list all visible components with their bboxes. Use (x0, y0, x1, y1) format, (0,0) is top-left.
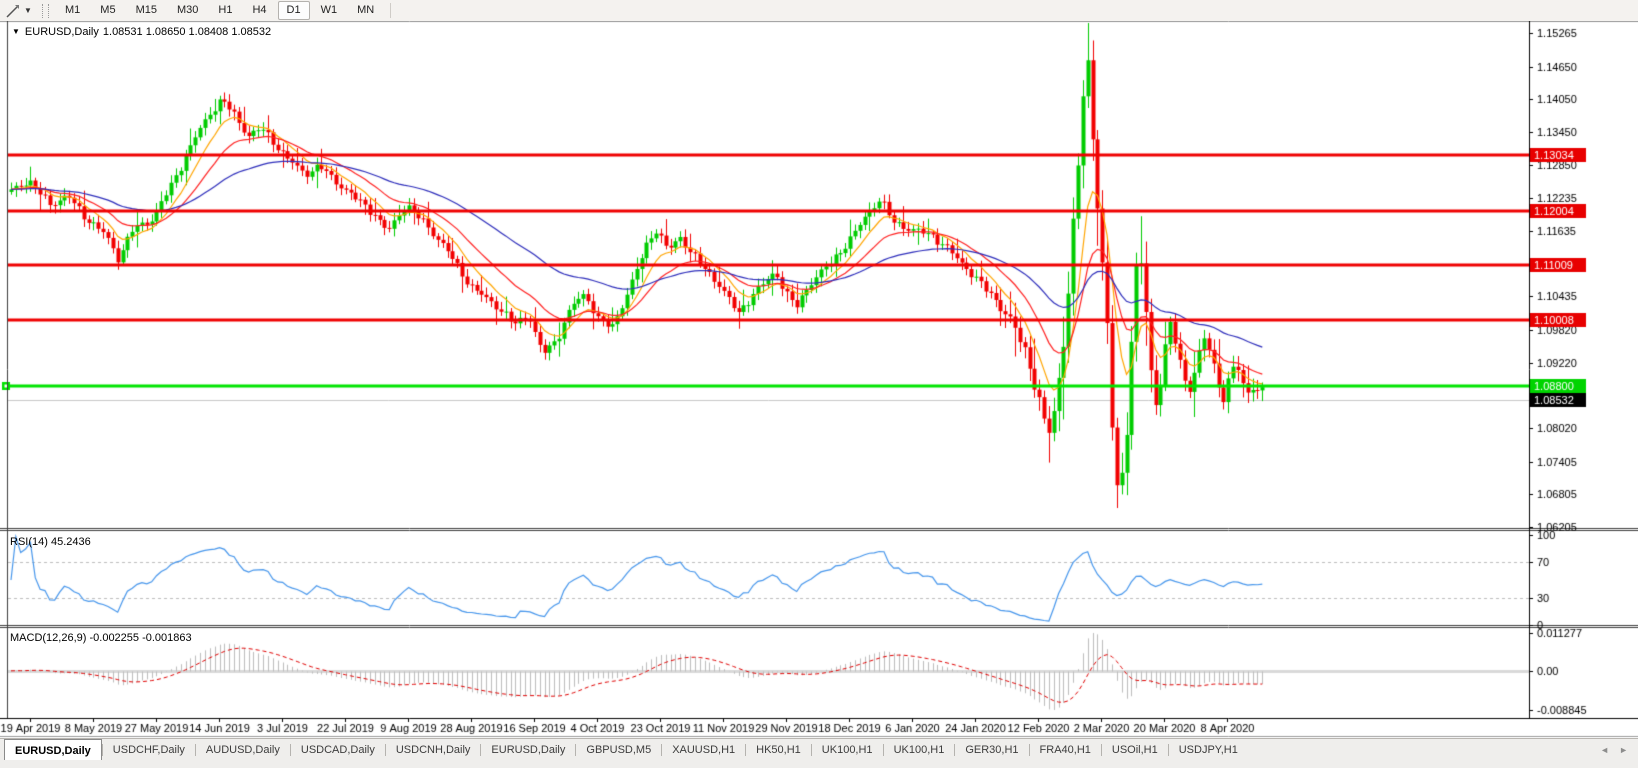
diagonal-line-icon (6, 4, 20, 18)
tab-scroll-left-icon[interactable]: ◄ (1600, 745, 1609, 755)
timeframe-button-m5[interactable]: M5 (91, 1, 124, 20)
chart-window: ▼EURUSD,Daily1.08531 1.08650 1.08408 1.0… (0, 21, 1638, 738)
chart-tab-hk50-h1-8[interactable]: HK50,H1 (746, 739, 811, 761)
chart-tab-audusd-daily-2[interactable]: AUDUSD,Daily (196, 739, 290, 761)
chart-tab-usdcnh-daily-4[interactable]: USDCNH,Daily (386, 739, 481, 761)
timeframe-button-d1[interactable]: D1 (278, 1, 310, 20)
chart-tab-uk100-h1-9[interactable]: UK100,H1 (812, 739, 883, 761)
timeframe-button-h4[interactable]: H4 (243, 1, 275, 20)
chart-tab-uk100-h1-10[interactable]: UK100,H1 (884, 739, 955, 761)
price-chart-canvas[interactable] (0, 21, 1638, 738)
chart-tab-usdcad-daily-3[interactable]: USDCAD,Daily (291, 739, 385, 761)
chart-tab-xauusd-h1-7[interactable]: XAUUSD,H1 (662, 739, 745, 761)
chart-tab-ger30-h1-11[interactable]: GER30,H1 (955, 739, 1028, 761)
chart-tab-gbpusd-m5-6[interactable]: GBPUSD,M5 (576, 739, 661, 761)
chart-tab-usdjpy-h1-14[interactable]: USDJPY,H1 (1169, 739, 1248, 761)
mt4-application: ▼ M1M5M15M30H1H4D1W1MN ▼EURUSD,Daily1.08… (0, 0, 1638, 768)
tab-scroll-right-icon[interactable]: ► (1619, 745, 1628, 755)
line-studies-icon[interactable] (4, 3, 22, 19)
chart-tab-eurusd-daily-0[interactable]: EURUSD,Daily (4, 739, 102, 761)
chart-tab-usoil-h1-13[interactable]: USOil,H1 (1102, 739, 1168, 761)
chart-tab-fra40-h1-12[interactable]: FRA40,H1 (1030, 739, 1101, 761)
chart-tab-usdchf-daily-1[interactable]: USDCHF,Daily (103, 739, 195, 761)
toolbar-separator (390, 3, 391, 18)
bottom-strip (0, 760, 1638, 768)
chart-tab-eurusd-daily-5[interactable]: EURUSD,Daily (481, 739, 575, 761)
chart-tab-bar: EURUSD,DailyUSDCHF,DailyAUDUSD,DailyUSDC… (0, 738, 1638, 761)
timeframe-button-m30[interactable]: M30 (168, 1, 207, 20)
chart-tabs: EURUSD,DailyUSDCHF,DailyAUDUSD,DailyUSDC… (0, 739, 1248, 761)
timeframe-button-h1[interactable]: H1 (209, 1, 241, 20)
timeframe-button-mn[interactable]: MN (348, 1, 383, 20)
timeframe-button-m1[interactable]: M1 (56, 1, 89, 20)
timeframe-button-w1[interactable]: W1 (312, 1, 347, 20)
timeframe-toolbar: ▼ M1M5M15M30H1H4D1W1MN (0, 0, 1638, 22)
toolbar-dropdown-caret-icon[interactable]: ▼ (22, 3, 34, 19)
timeframe-button-m15[interactable]: M15 (127, 1, 166, 20)
tab-scrollers: ◄ ► (1600, 739, 1638, 761)
toolbar-grip[interactable] (42, 4, 49, 18)
timeframe-buttons: M1M5M15M30H1H4D1W1MN (55, 1, 384, 20)
